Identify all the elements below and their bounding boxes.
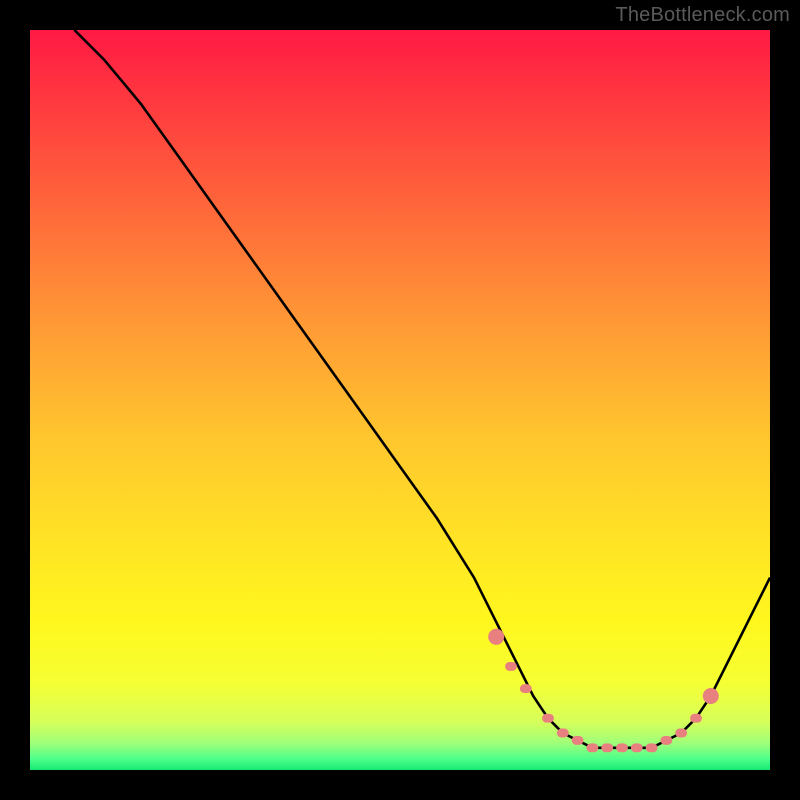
marker-dot [601, 743, 613, 752]
plot-area [30, 30, 770, 770]
bottleneck-curve-path [74, 30, 770, 748]
marker-dot [557, 729, 569, 738]
marker-dot [646, 743, 658, 752]
marker-dot [542, 714, 554, 723]
marker-dot [690, 714, 702, 723]
watermark-text: TheBottleneck.com [615, 4, 790, 27]
marker-dot [572, 736, 584, 745]
marker-dot [631, 743, 643, 752]
marker-dot [505, 662, 517, 671]
marker-dot [520, 684, 532, 693]
marker-dot [616, 743, 628, 752]
marker-group [488, 629, 719, 752]
marker-endcap [488, 629, 504, 645]
chart-stage: TheBottleneck.com [0, 0, 800, 800]
chart-svg [30, 30, 770, 770]
marker-dot [675, 729, 687, 738]
marker-endcap [703, 688, 719, 704]
marker-dot [586, 743, 598, 752]
marker-dot [660, 736, 672, 745]
